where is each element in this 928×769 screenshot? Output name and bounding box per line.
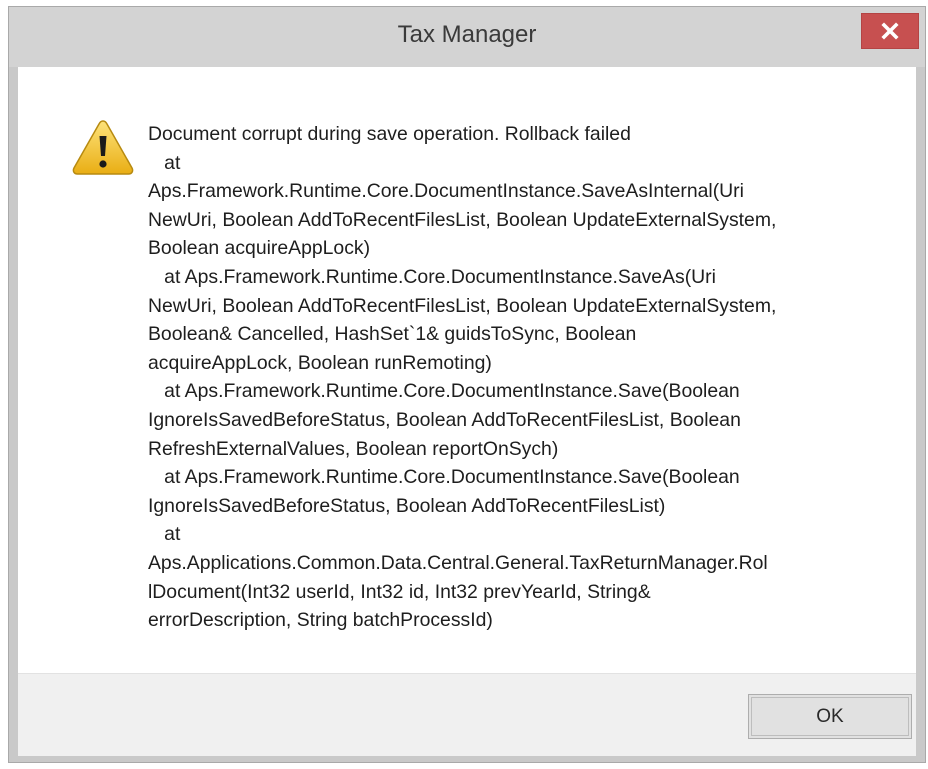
- message-dialog: Tax Manager Document corrupt during save…: [8, 6, 926, 763]
- message-area: Document corrupt during save operation. …: [18, 67, 916, 673]
- dialog-body: Document corrupt during save operation. …: [18, 67, 916, 756]
- window-title: Tax Manager: [397, 21, 537, 48]
- title-bar[interactable]: Tax Manager: [9, 7, 925, 67]
- button-bar: OK: [18, 673, 916, 756]
- error-message: Document corrupt during save operation. …: [148, 123, 777, 632]
- ok-button[interactable]: OK: [748, 694, 912, 739]
- warning-icon: [72, 120, 134, 175]
- close-button[interactable]: [861, 13, 919, 49]
- close-icon: [881, 22, 899, 40]
